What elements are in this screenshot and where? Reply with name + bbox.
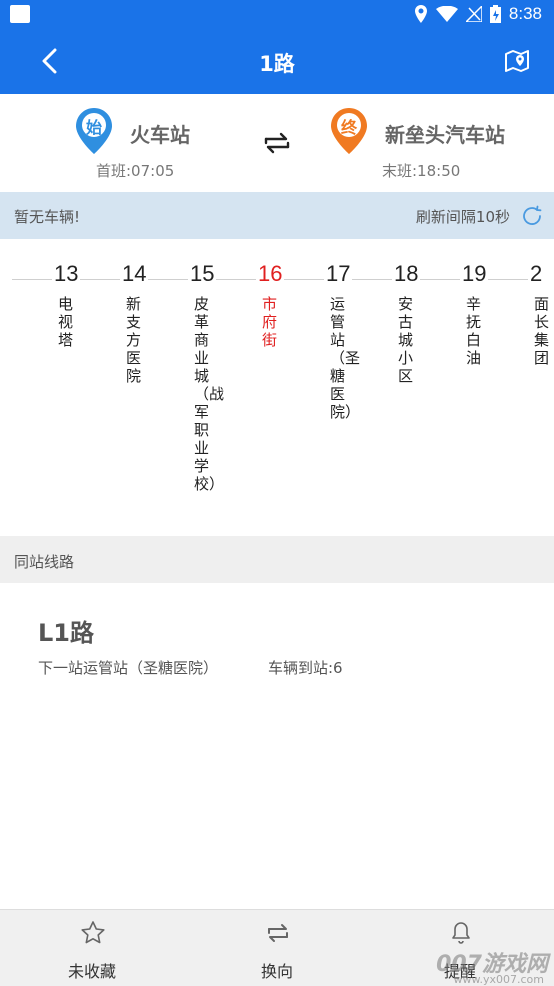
favorite-label: 未收藏 [67, 962, 116, 981]
start-pin-icon: 始 [76, 108, 112, 154]
end-stop-name: 新垒头汽车站 [385, 123, 505, 147]
station-number: 16 [258, 261, 283, 286]
end-pin-icon: 终 [331, 108, 367, 154]
favorite-button[interactable]: 未收藏 [32, 910, 152, 986]
station-strip[interactable]: 13 电视塔 14 新支方医院 15 皮革商业城（战军职业学校） 16 市府街 17 运管站（圣糖… [0, 239, 554, 536]
route-header: 始 火车站 首班:07:05 终 新垒头汽车站 末班:18:50 [0, 94, 554, 192]
station-item[interactable]: 13 电视塔 [54, 261, 94, 349]
station-number: 19 [462, 261, 487, 286]
station-connector [420, 279, 460, 280]
station-connector [284, 279, 324, 280]
same-station-title: 同站线路 [14, 553, 75, 571]
reverse-button[interactable]: 换向 [217, 910, 337, 986]
signal-icon [465, 6, 482, 22]
station-number: 14 [122, 261, 147, 286]
station-item[interactable]: 15 皮革商业城（战军职业学校） [190, 261, 230, 493]
station-item[interactable]: 19 辛抚白油 [462, 261, 502, 367]
page-title: 1路 [259, 52, 295, 76]
notification-icon [10, 5, 30, 23]
end-badge: 终 [340, 118, 357, 137]
bottom-nav: 未收藏 换向 提醒 007游戏网 www.yx007.com [0, 909, 554, 986]
first-bus-time: 首班:07:05 [96, 162, 175, 180]
station-connector [80, 279, 120, 280]
station-connector [352, 279, 392, 280]
no-vehicle-text: 暂无车辆! [14, 208, 81, 226]
last-bus-time: 末班:18:50 [382, 162, 461, 180]
station-number: 2 [530, 261, 543, 286]
station-name: 面长集团 [534, 295, 550, 367]
swap-direction-icon[interactable] [262, 130, 292, 156]
station-number: 18 [394, 261, 419, 286]
refresh-interval-text: 刷新间隔10秒 [415, 208, 510, 226]
same-station-line-card[interactable]: L1路 下一站运管站（圣糖医院） 车辆到站:6 [0, 583, 554, 909]
next-stop-text: 下一站运管站（圣糖医院） [38, 659, 219, 677]
status-bar: 8:38 [0, 0, 554, 28]
arrival-text: 车辆到站:6 [268, 659, 343, 677]
status-time: 8:38 [508, 4, 542, 23]
location-icon [414, 5, 427, 23]
station-name: 安古城小区 [398, 295, 414, 385]
bell-icon [452, 922, 470, 944]
map-button[interactable] [500, 44, 534, 78]
reverse-label: 换向 [260, 962, 293, 981]
station-connector [12, 279, 52, 280]
same-station-header: 同站线路 [0, 536, 554, 583]
app-bar: 1路 [0, 28, 554, 94]
swap-icon [268, 924, 288, 942]
start-badge: 始 [85, 118, 102, 137]
station-connector [488, 279, 528, 280]
battery-icon [489, 5, 501, 23]
station-name: 运管站（圣糖医院） [330, 295, 361, 421]
star-icon [81, 921, 105, 944]
station-number: 15 [190, 261, 215, 286]
start-stop-name: 火车站 [130, 123, 190, 147]
line-name: L1路 [38, 619, 94, 647]
station-item[interactable]: 2 面长集团 [530, 261, 554, 367]
map-icon [505, 50, 529, 72]
station-name: 辛抚白油 [466, 295, 482, 367]
status-icons: 8:38 [414, 3, 542, 25]
refresh-icon[interactable] [520, 204, 544, 228]
station-item[interactable]: 17 运管站（圣糖医院） [326, 261, 366, 421]
station-name: 皮革商业城（战军职业学校） [194, 295, 225, 493]
station-connector [216, 279, 256, 280]
station-connector [148, 279, 188, 280]
vehicle-info-bar: 暂无车辆! 刷新间隔10秒 [0, 192, 554, 239]
station-name: 电视塔 [58, 295, 74, 349]
station-number: 13 [54, 261, 79, 286]
watermark-url: www.yx007.com [453, 973, 544, 986]
station-name: 市府街 [262, 295, 278, 349]
wifi-icon [435, 6, 458, 22]
station-number: 17 [326, 261, 351, 286]
station-name: 新支方医院 [126, 295, 142, 385]
station-item[interactable]: 16 市府街 [258, 261, 298, 349]
